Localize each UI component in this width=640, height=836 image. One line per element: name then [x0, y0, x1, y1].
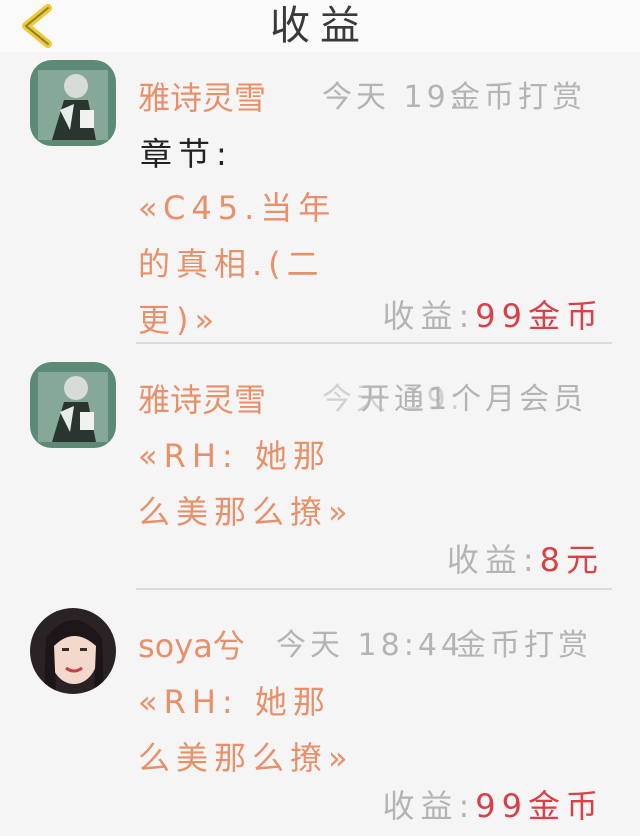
transaction-type: 开通1个月会员 [360, 382, 588, 417]
username[interactable]: soya兮 [138, 626, 245, 666]
work-title[interactable]: «C45.当年的真相.(二更)» [138, 180, 368, 348]
avatar[interactable] [30, 608, 116, 694]
divider [136, 588, 612, 590]
income: 收益:8元 [447, 540, 604, 580]
username[interactable]: 雅诗灵雪 [138, 380, 266, 420]
transaction-type: 金币打赏 [456, 628, 592, 663]
chapter-label: 章节: [140, 135, 233, 173]
username[interactable]: 雅诗灵雪 [138, 78, 266, 118]
income-label: 收益: [382, 787, 476, 825]
header-bar: 收益 [0, 0, 640, 52]
income-amount: 99金币 [475, 297, 604, 335]
work-title[interactable]: «RH: 她那么美那么撩» [138, 428, 368, 540]
income-amount: 8元 [539, 541, 604, 579]
avatar[interactable] [30, 362, 116, 448]
timestamp: 今天 19: [322, 80, 464, 115]
work-title[interactable]: «RH: 她那么美那么撩» [138, 674, 368, 786]
avatar[interactable] [30, 60, 116, 146]
page-title: 收益 [270, 3, 370, 49]
income-label: 收益: [382, 297, 476, 335]
income: 收益:99金币 [382, 296, 604, 336]
income: 收益:99金币 [382, 786, 604, 826]
transaction-type: 金币打赏 [450, 80, 586, 115]
income-amount: 99金币 [475, 787, 604, 825]
income-label: 收益: [446, 541, 540, 579]
divider [136, 342, 612, 344]
timestamp: 今天 18:44 [276, 628, 464, 663]
